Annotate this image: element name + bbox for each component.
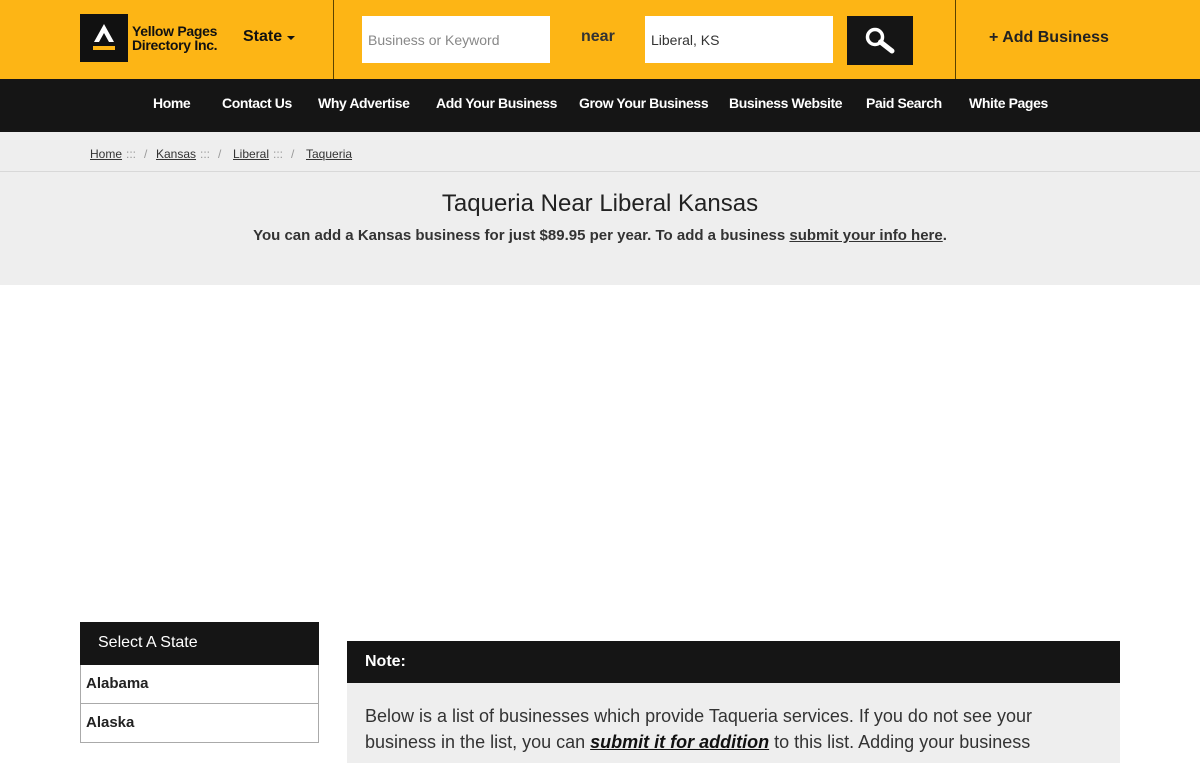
note-text-end: to this list. Adding your business bbox=[769, 732, 1031, 752]
site-logo[interactable]: Yellow Pages Directory Inc. bbox=[80, 14, 218, 62]
magnifier-icon bbox=[865, 27, 895, 53]
breadcrumb: Home ::: / Kansas ::: / Liberal ::: / Ta… bbox=[0, 132, 1200, 172]
title-section: Taqueria Near Liberal Kansas You can add… bbox=[0, 172, 1200, 285]
state-dropdown[interactable]: State bbox=[243, 28, 296, 46]
nav-contact-us[interactable]: Contact Us bbox=[222, 95, 292, 111]
nav-grow-your-business[interactable]: Grow Your Business bbox=[579, 95, 709, 111]
location-input[interactable] bbox=[645, 16, 833, 63]
breadcrumb-kansas[interactable]: Kansas bbox=[156, 147, 196, 161]
page-subtitle: You can add a Kansas business for just $… bbox=[0, 227, 1200, 244]
near-label: near bbox=[581, 28, 615, 45]
header-divider-left bbox=[333, 0, 334, 79]
add-business-link[interactable]: + Add Business bbox=[989, 29, 1109, 47]
keyword-search-input[interactable] bbox=[362, 16, 550, 63]
page-title: Taqueria Near Liberal Kansas bbox=[441, 190, 759, 217]
breadcrumb-slash: / bbox=[144, 147, 148, 161]
logo-line-2: Directory Inc. bbox=[132, 37, 218, 53]
breadcrumb-liberal[interactable]: Liberal bbox=[233, 147, 269, 161]
nav-add-your-business[interactable]: Add Your Business bbox=[436, 95, 557, 111]
top-header: Yellow Pages Directory Inc. State near +… bbox=[0, 0, 1200, 79]
nav-paid-search[interactable]: Paid Search bbox=[866, 95, 942, 111]
breadcrumb-slash: / bbox=[218, 147, 222, 161]
nav-why-advertise[interactable]: Why Advertise bbox=[318, 95, 410, 111]
breadcrumb-separator: ::: bbox=[200, 147, 211, 161]
logo-text: Yellow Pages Directory Inc. bbox=[132, 23, 218, 53]
search-button[interactable] bbox=[847, 16, 913, 65]
header-divider-right bbox=[955, 0, 956, 79]
sidebar-heading: Select A State bbox=[80, 622, 319, 665]
nav-white-pages[interactable]: White Pages bbox=[969, 95, 1048, 111]
note-body: Below is a list of businesses which prov… bbox=[347, 683, 1120, 763]
nav-home[interactable]: Home bbox=[153, 95, 191, 111]
subtitle-end: . bbox=[942, 227, 947, 244]
submit-info-link[interactable]: submit your info here bbox=[789, 227, 942, 244]
state-sidebar: Select A State Alabama Alaska bbox=[80, 622, 319, 743]
breadcrumb-separator: ::: bbox=[273, 147, 284, 161]
subtitle-text: You can add a Kansas business for just $… bbox=[253, 227, 790, 244]
breadcrumb-slash: / bbox=[291, 147, 295, 161]
breadcrumb-home[interactable]: Home bbox=[90, 147, 122, 161]
note-panel: Note: Below is a list of businesses whic… bbox=[347, 641, 1120, 763]
note-heading: Note: bbox=[347, 641, 1120, 683]
nav-business-website[interactable]: Business Website bbox=[729, 95, 843, 111]
state-item-alaska[interactable]: Alaska bbox=[80, 704, 319, 743]
breadcrumb-separator: ::: bbox=[126, 147, 137, 161]
state-item-alabama[interactable]: Alabama bbox=[80, 665, 319, 704]
state-dropdown-label: State bbox=[243, 28, 283, 45]
walking-fingers-logo-icon bbox=[80, 14, 128, 62]
main-nav: Home Contact Us Why Advertise Add Your B… bbox=[0, 79, 1200, 132]
logo-line-1: Yellow Pages bbox=[132, 23, 218, 39]
submit-addition-link[interactable]: submit it for addition bbox=[590, 732, 769, 752]
breadcrumb-taqueria[interactable]: Taqueria bbox=[306, 147, 352, 161]
caret-down-icon bbox=[287, 36, 296, 40]
